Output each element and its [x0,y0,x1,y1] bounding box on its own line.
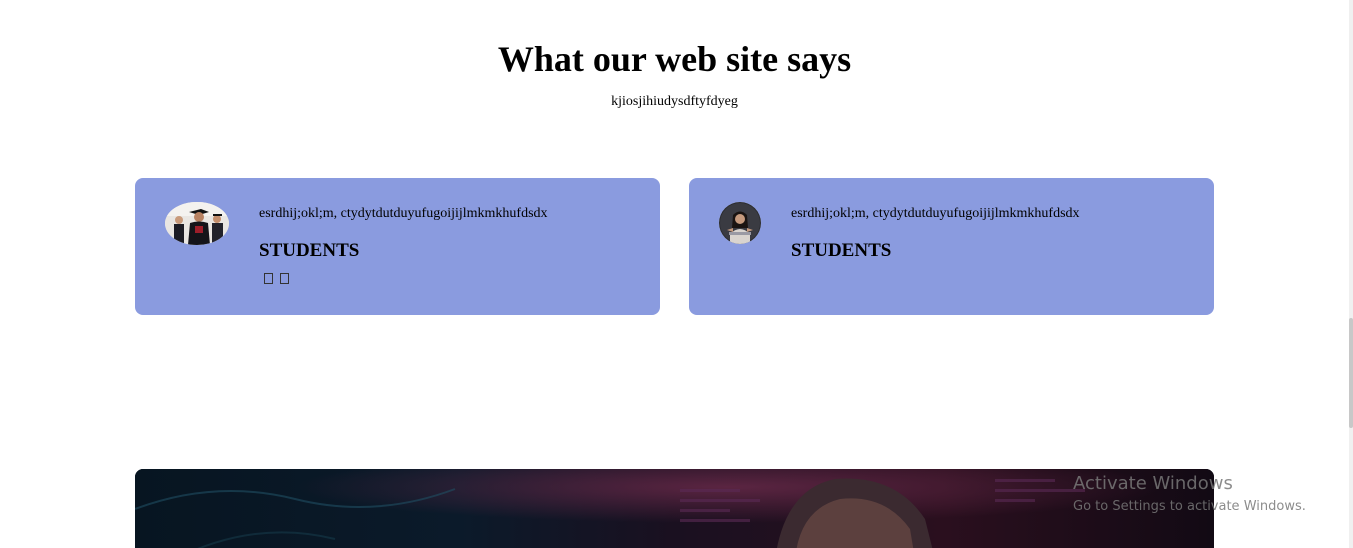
social-icons [264,273,289,284]
activate-windows-watermark: Activate Windows Go to Settings to activ… [1073,472,1306,518]
testimonial-quote: esrdhij;okl;m, ctydytdutduyufugoijijlmkm… [791,206,1080,221]
testimonial-card: esrdhij;okl;m, ctydytdutduyufugoijijlmkm… [135,178,660,315]
missing-glyph-icon[interactable] [264,273,273,284]
scrollbar-track[interactable] [1349,0,1353,548]
scrollbar-thumb[interactable] [1349,318,1353,428]
section-subtitle: kjiosjihiudysdftyfdyeg [611,94,738,109]
testimonial-card: esrdhij;okl;m, ctydytdutduyufugoijijlmkm… [689,178,1214,315]
testimonial-quote: esrdhij;okl;m, ctydytdutduyufugoijijlmkm… [259,206,548,221]
banner-image [135,469,1214,548]
watermark-subtitle: Go to Settings to activate Windows. [1073,499,1306,514]
watermark-title: Activate Windows [1073,473,1233,494]
avatar [165,202,229,245]
testimonial-role: STUDENTS [791,240,892,261]
testimonial-role: STUDENTS [259,240,360,261]
page: What our web site says kjiosjihiudysdfty… [0,0,1353,548]
missing-glyph-icon[interactable] [280,273,289,284]
section-title: What our web site says [497,39,852,79]
avatar [719,202,761,244]
